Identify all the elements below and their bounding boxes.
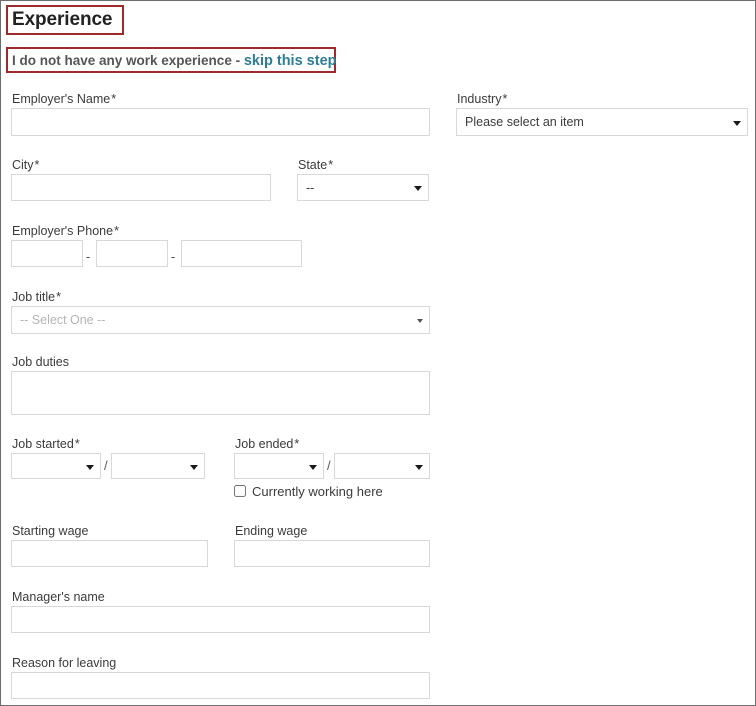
job-ended-required-mark: * bbox=[294, 437, 300, 451]
starting-wage-input[interactable] bbox=[11, 540, 208, 567]
chevron-down-icon bbox=[413, 183, 422, 192]
job-title-label-text: Job title bbox=[12, 290, 56, 304]
city-input[interactable] bbox=[11, 174, 271, 201]
employer-name-required-mark: * bbox=[111, 92, 117, 106]
industry-label-text: Industry bbox=[457, 92, 502, 106]
chevron-down-icon bbox=[85, 462, 94, 471]
job-duties-required-mark bbox=[69, 355, 70, 369]
currently-working-here-label: Currently working here bbox=[252, 484, 383, 499]
job-ended-month-select[interactable] bbox=[234, 453, 324, 479]
job-started-year-select[interactable] bbox=[111, 453, 205, 479]
job-started-required-mark: * bbox=[74, 437, 80, 451]
job-title-select[interactable]: -- Select One -- bbox=[11, 306, 430, 334]
reason-for-leaving-label-text: Reason for leaving bbox=[12, 656, 117, 670]
industry-label: Industry* bbox=[457, 92, 507, 107]
state-select-value: -- bbox=[306, 180, 315, 195]
city-label: City* bbox=[12, 158, 39, 173]
job-ended-label-text: Job ended bbox=[235, 437, 294, 451]
city-required-mark: * bbox=[34, 158, 40, 172]
job-duties-textarea[interactable] bbox=[11, 371, 430, 415]
job-started-month-select[interactable] bbox=[11, 453, 101, 479]
ending-wage-label-text: Ending wage bbox=[235, 524, 308, 538]
manager-name-required-mark bbox=[105, 590, 106, 604]
starting-wage-required-mark bbox=[88, 524, 89, 538]
reason-for-leaving-input[interactable] bbox=[11, 672, 430, 699]
phone-separator-1: - bbox=[86, 250, 91, 264]
phone-separator-2: - bbox=[171, 250, 176, 264]
employer-phone-label-text: Employer's Phone bbox=[12, 224, 114, 238]
manager-name-label-text: Manager's name bbox=[12, 590, 105, 604]
experience-form-page: Experience I do not have any work experi… bbox=[0, 0, 756, 706]
city-label-text: City bbox=[12, 158, 34, 172]
job-ended-year-select[interactable] bbox=[334, 453, 430, 479]
industry-required-mark: * bbox=[502, 92, 508, 106]
industry-select-value: Please select an item bbox=[465, 115, 584, 129]
ending-wage-input[interactable] bbox=[234, 540, 430, 567]
employer-phone-label: Employer's Phone* bbox=[12, 224, 119, 239]
employer-name-input[interactable] bbox=[11, 108, 430, 136]
employer-phone-required-mark: * bbox=[114, 224, 119, 238]
job-ended-date-separator: / bbox=[327, 458, 331, 473]
employer-phone-area-code-input[interactable] bbox=[11, 240, 83, 267]
currently-working-here-checkbox[interactable] bbox=[234, 485, 246, 497]
state-required-mark: * bbox=[328, 158, 334, 172]
employer-phone-line-number-input[interactable] bbox=[181, 240, 302, 267]
no-experience-message: I do not have any work experience - skip… bbox=[12, 52, 337, 70]
job-started-date-separator: / bbox=[104, 458, 108, 473]
job-title-select-value: -- Select One -- bbox=[20, 313, 106, 327]
reason-for-leaving-required-mark bbox=[116, 656, 117, 670]
skip-this-step-link[interactable]: skip this step bbox=[244, 53, 337, 69]
starting-wage-label: Starting wage bbox=[12, 524, 89, 539]
ending-wage-required-mark bbox=[307, 524, 308, 538]
industry-select[interactable]: Please select an item bbox=[456, 108, 748, 136]
chevron-down-icon bbox=[414, 316, 423, 325]
chevron-down-icon bbox=[308, 462, 317, 471]
job-started-label-text: Job started bbox=[12, 437, 74, 451]
page-title: Experience bbox=[12, 9, 113, 30]
chevron-down-icon bbox=[732, 118, 741, 127]
manager-name-label: Manager's name bbox=[12, 590, 106, 605]
chevron-down-icon bbox=[189, 462, 198, 471]
state-select[interactable]: -- bbox=[297, 174, 429, 201]
reason-for-leaving-label: Reason for leaving bbox=[12, 656, 117, 671]
job-title-label: Job title* bbox=[12, 290, 61, 305]
employer-phone-prefix-input[interactable] bbox=[96, 240, 168, 267]
job-duties-label-text: Job duties bbox=[12, 355, 69, 369]
starting-wage-label-text: Starting wage bbox=[12, 524, 89, 538]
job-duties-label: Job duties bbox=[12, 355, 70, 370]
employer-name-label-text: Employer's Name bbox=[12, 92, 111, 106]
job-started-label: Job started* bbox=[12, 437, 80, 452]
job-ended-label: Job ended* bbox=[235, 437, 299, 452]
job-title-required-mark: * bbox=[56, 290, 61, 304]
ending-wage-label: Ending wage bbox=[235, 524, 308, 539]
employer-name-label: Employer's Name* bbox=[12, 92, 116, 107]
state-label-text: State bbox=[298, 158, 328, 172]
manager-name-input[interactable] bbox=[11, 606, 430, 633]
state-label: State* bbox=[298, 158, 333, 173]
no-experience-text: I do not have any work experience - bbox=[12, 53, 244, 68]
chevron-down-icon bbox=[414, 462, 423, 471]
